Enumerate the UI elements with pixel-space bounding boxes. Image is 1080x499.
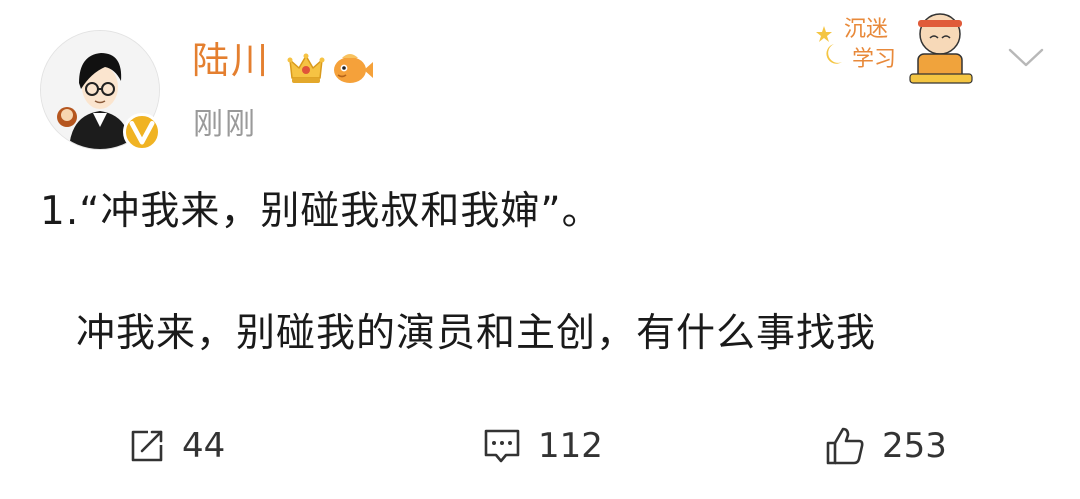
like-count: 253 [882,426,947,466]
post-text-line-1: 1.“冲我来，别碰我叔和我婶”。 [40,189,602,234]
chevron-down-icon[interactable] [1004,44,1048,72]
like-button[interactable]: 253 [824,418,947,474]
comment-icon [484,429,520,463]
sticker-text-top: 沉迷 [844,17,888,42]
crown-icon[interactable] [286,48,326,88]
repost-button[interactable]: 44 [128,418,225,474]
verified-icon [123,113,161,151]
sticker-text-bottom: 学习 [852,47,896,72]
repost-count: 44 [182,426,226,466]
study-sticker-icon: 沉迷 学习 [816,13,973,84]
thumbs-up-icon [826,427,864,465]
fish-icon[interactable] [330,48,374,88]
comment-button[interactable]: 112 [482,418,603,474]
weibo-post: 陆川 刚刚 沉迷 学习 1.“冲我来，别碰我叔和我婶”。 冲我来，别碰我的演员和… [0,0,1080,499]
comment-count: 112 [538,426,603,466]
post-text-line-2: 冲我来，别碰我的演员和主创，有什么事找我 [76,311,877,356]
user-name[interactable]: 陆川 [192,42,270,79]
action-bar: 44 112 253 [0,418,1080,474]
repost-icon [131,430,163,462]
avatar[interactable] [40,30,161,151]
timestamp: 刚刚 [193,107,257,142]
